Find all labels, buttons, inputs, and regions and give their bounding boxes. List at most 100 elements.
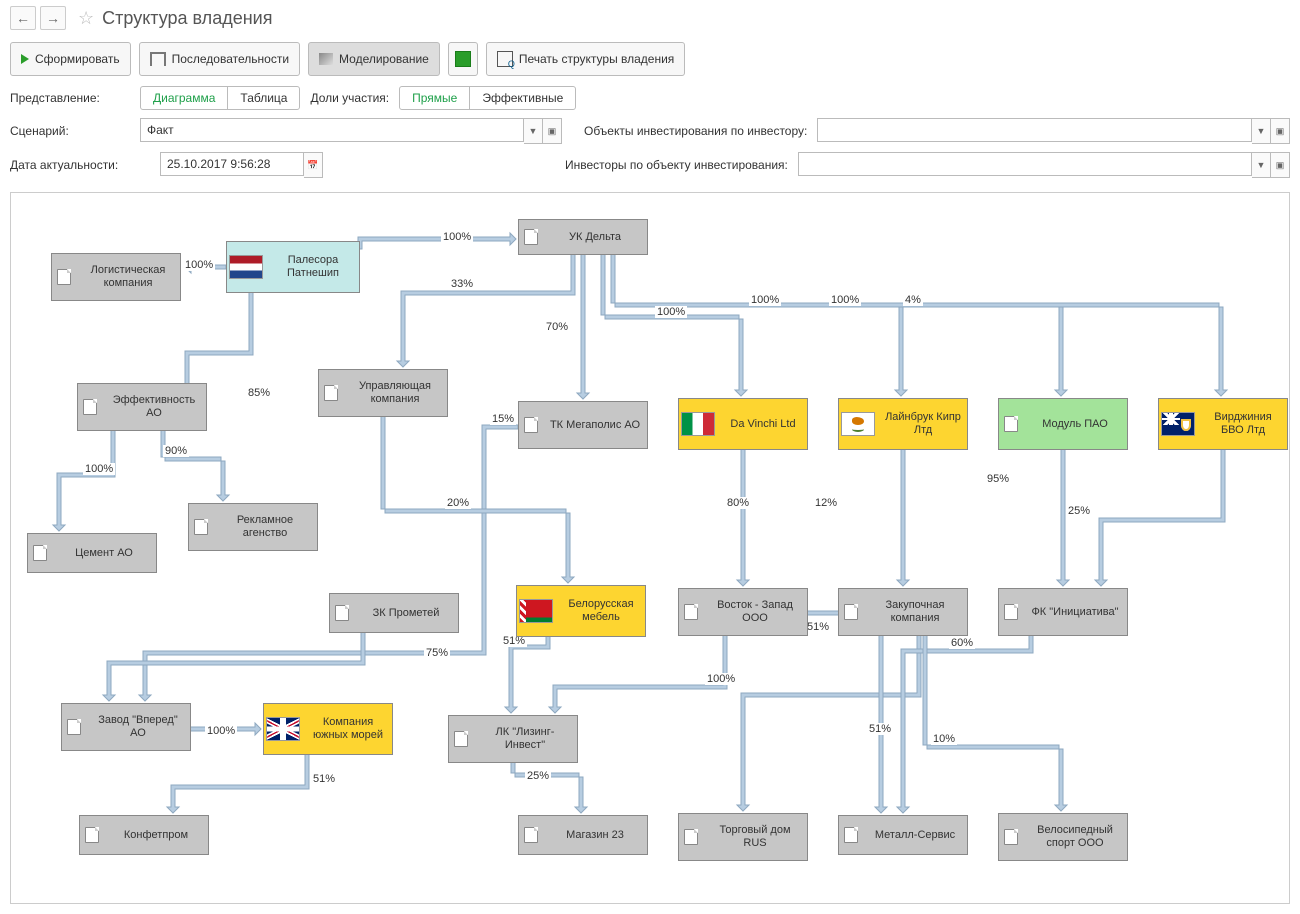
- edge-zkprom-vpered: [103, 631, 365, 701]
- node-velo[interactable]: Велосипедный спорт ООО: [998, 813, 1128, 861]
- node-label: Логистическая компания: [76, 262, 180, 291]
- node-davinci[interactable]: Da Vinchi Ltd: [678, 398, 808, 450]
- document-icon: [999, 829, 1023, 845]
- node-megapolis[interactable]: ТК Мегаполис АО: [518, 401, 648, 449]
- date-input[interactable]: 25.10.2017 9:56:28: [160, 152, 304, 176]
- document-icon: [679, 829, 703, 845]
- node-belmebel[interactable]: Белорусская мебель: [516, 585, 646, 637]
- edge-label-zakup-metall: 51%: [867, 723, 893, 735]
- node-cement[interactable]: Цемент АО: [27, 533, 157, 573]
- node-southseas[interactable]: Компания южных морей: [263, 703, 393, 755]
- scenario-dropdown-button[interactable]: ▼: [524, 118, 543, 144]
- node-label: Закупочная компания: [863, 597, 967, 626]
- nav-back-button[interactable]: ←: [10, 6, 36, 30]
- edge-label-palesora-effect: 85%: [246, 387, 272, 399]
- inv-by-obj-dropdown-button[interactable]: ▼: [1252, 152, 1271, 178]
- node-label: Завод "Вперед" АО: [86, 712, 190, 741]
- node-label: Палесора Патнешип: [267, 252, 359, 281]
- node-vpered[interactable]: Завод "Вперед" АО: [61, 703, 191, 751]
- scenario-open-button[interactable]: ▣: [543, 118, 562, 144]
- edge-effect-adagency: [161, 429, 229, 501]
- document-icon: [80, 827, 104, 843]
- document-icon: [78, 399, 102, 415]
- node-ukdelta[interactable]: УК Дельта: [518, 219, 648, 255]
- inv-by-obj-input[interactable]: [798, 152, 1252, 176]
- node-label: Магазин 23: [543, 827, 647, 844]
- node-torgdom[interactable]: Торговый дом RUS: [678, 813, 808, 861]
- inv-by-obj-open-button[interactable]: ▣: [1271, 152, 1290, 178]
- node-logistics[interactable]: Логистическая компания: [51, 253, 181, 301]
- node-linebrook[interactable]: Лайнбрук Кипр Лтд: [838, 398, 968, 450]
- obj-by-inv-input[interactable]: [817, 118, 1252, 142]
- view-toggle[interactable]: Диаграмма Таблица: [140, 86, 300, 110]
- date-picker-button[interactable]: 📅: [304, 152, 323, 178]
- node-label: ЗК Прометей: [354, 605, 458, 622]
- flag-cy-icon: [841, 412, 875, 436]
- document-icon: [999, 416, 1023, 432]
- node-zkprom[interactable]: ЗК Прометей: [329, 593, 459, 633]
- node-konfet[interactable]: Конфетпром: [79, 815, 209, 855]
- model-label: Моделирование: [339, 52, 429, 66]
- node-metall[interactable]: Металл-Сервис: [838, 815, 968, 855]
- sequence-label: Последовательности: [172, 52, 289, 66]
- flag-bvi-icon: [1161, 412, 1195, 436]
- print-preview-icon: [497, 51, 513, 67]
- share-effective-option[interactable]: Эффективные: [470, 87, 575, 109]
- obj-by-inv-open-button[interactable]: ▣: [1271, 118, 1290, 144]
- document-icon: [519, 417, 543, 433]
- nav-forward-button[interactable]: →: [40, 6, 66, 30]
- flag-by-icon: [519, 599, 553, 623]
- ownership-diagram-canvas[interactable]: 100%100%33%70%100%100%100%4%85%100%90%15…: [10, 192, 1290, 904]
- edge-label-ukdelta-davinci: 100%: [655, 306, 687, 318]
- view-label: Представление:: [10, 91, 130, 105]
- edge-label-effect-adagency: 90%: [163, 445, 189, 457]
- node-label: Da Vinchi Ltd: [719, 416, 807, 433]
- edge-linebrook-zakup: [897, 448, 909, 586]
- favorite-star-icon[interactable]: ☆: [78, 8, 94, 29]
- share-direct-option[interactable]: Прямые: [400, 87, 470, 109]
- node-palesora[interactable]: Палесора Патнешип: [226, 241, 360, 293]
- share-toggle[interactable]: Прямые Эффективные: [399, 86, 576, 110]
- node-label: Велосипедный спорт ООО: [1023, 822, 1127, 851]
- document-icon: [62, 719, 86, 735]
- node-label: Вирджиния БВО Лтд: [1199, 409, 1287, 438]
- edge-label-mgmt-belmebel: 20%: [445, 497, 471, 509]
- edge-davinci-vostok: [737, 448, 749, 586]
- print-button[interactable]: Печать структуры владения: [486, 42, 685, 76]
- node-bvi[interactable]: Вирджиния БВО Лтд: [1158, 398, 1288, 450]
- edge-label-effect-cement: 100%: [83, 463, 115, 475]
- node-mgmt[interactable]: Управляющая компания: [318, 369, 448, 417]
- document-icon: [449, 731, 473, 747]
- node-effect[interactable]: Эффективность АО: [77, 383, 207, 431]
- play-icon: [21, 54, 29, 64]
- obj-by-inv-label: Объекты инвестирования по инвестору:: [584, 124, 807, 138]
- node-vostok[interactable]: Восток - Запад ООО: [678, 588, 808, 636]
- green-action-button[interactable]: [448, 42, 478, 76]
- document-icon: [839, 604, 863, 620]
- node-modul[interactable]: Модуль ПАО: [998, 398, 1128, 450]
- edge-ukdelta-mgmt: [397, 253, 575, 367]
- sequence-icon: [150, 52, 166, 66]
- page-title: Структура владения: [102, 8, 272, 29]
- model-button[interactable]: Моделирование: [308, 42, 440, 76]
- edge-label-vostok-lizing: 100%: [705, 673, 737, 685]
- edge-label-vpered-southseas: 100%: [205, 725, 237, 737]
- node-zakup[interactable]: Закупочная компания: [838, 588, 968, 636]
- node-label: УК Дельта: [543, 229, 647, 246]
- node-label: Цемент АО: [52, 545, 156, 562]
- node-magazin[interactable]: Магазин 23: [518, 815, 648, 855]
- edge-southseas-konfet: [167, 753, 309, 813]
- view-table-option[interactable]: Таблица: [228, 87, 299, 109]
- edge-ukdelta-modul: [611, 253, 1067, 396]
- node-label: ФК "Инициатива": [1023, 604, 1127, 621]
- scenario-input[interactable]: Факт: [140, 118, 524, 142]
- sequence-button[interactable]: Последовательности: [139, 42, 300, 76]
- view-diagram-option[interactable]: Диаграмма: [141, 87, 228, 109]
- obj-by-inv-dropdown-button[interactable]: ▼: [1252, 118, 1271, 144]
- edge-label-zkprom-vpered: 75%: [424, 647, 450, 659]
- node-lizing[interactable]: ЛК "Лизинг-Инвест": [448, 715, 578, 763]
- run-button[interactable]: Сформировать: [10, 42, 131, 76]
- node-fkinit[interactable]: ФК "Инициатива": [998, 588, 1128, 636]
- document-icon: [999, 604, 1023, 620]
- node-adagency[interactable]: Рекламное агенство: [188, 503, 318, 551]
